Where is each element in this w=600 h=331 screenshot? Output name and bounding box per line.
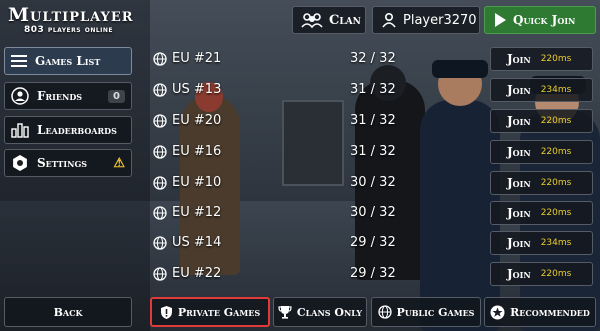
ping-value: 220ms: [540, 208, 572, 218]
sidebar-item-label: Friends: [37, 89, 83, 103]
group-icon: [301, 12, 323, 28]
title-block: Multiplayer 803 players online: [8, 4, 134, 35]
join-label: Join: [507, 176, 531, 190]
friend-icon: [11, 87, 29, 105]
join-label: Join: [507, 236, 531, 250]
player-count: 29 / 32: [350, 235, 396, 250]
server-name: EU #16: [172, 144, 222, 159]
ping-value: 220ms: [540, 54, 572, 64]
globe-icon: [153, 236, 167, 250]
server-row[interactable]: EU #21 32 / 32 Join 220ms: [150, 47, 600, 73]
globe-icon: [153, 52, 167, 66]
server-row[interactable]: US #13 31 / 32 Join 234ms: [150, 78, 600, 104]
page-title: Multiplayer: [8, 4, 134, 26]
player-count: 29 / 32: [350, 266, 396, 281]
back-button[interactable]: Back: [4, 297, 132, 327]
trophy-icon: [278, 305, 292, 319]
join-label: Join: [507, 267, 531, 281]
server-row[interactable]: US #14 29 / 32 Join 234ms: [150, 231, 600, 257]
join-button[interactable]: Join 234ms: [490, 78, 593, 102]
sidebar-item-settings[interactable]: Settings ⚠: [4, 149, 132, 177]
players-online-text: 803 players online: [24, 25, 114, 35]
player-name: Player3270: [403, 12, 477, 28]
ping-value: 220ms: [540, 116, 572, 126]
sidebar-item-label: Leaderboards: [37, 123, 117, 137]
sidebar-item-label: Settings: [37, 156, 88, 170]
server-row[interactable]: EU #10 30 / 32 Join 220ms: [150, 171, 600, 197]
server-name: EU #10: [172, 175, 222, 190]
player-count: 31 / 32: [350, 113, 396, 128]
recommended-button[interactable]: Recommended: [484, 297, 596, 327]
clan-button[interactable]: Clan: [292, 6, 366, 34]
ping-value: 234ms: [540, 238, 572, 248]
play-icon: [493, 12, 507, 28]
globe-icon: [153, 206, 167, 220]
player-count: 31 / 32: [350, 82, 396, 97]
player-profile-button[interactable]: Player3270: [372, 6, 480, 34]
join-label: Join: [507, 206, 531, 220]
globe-icon: [153, 114, 167, 128]
back-label: Back: [53, 305, 83, 319]
clans-only-label: Clans Only: [296, 305, 363, 319]
shield-icon: [160, 305, 173, 320]
sidebar-item-leaderboards[interactable]: Leaderboards: [4, 116, 132, 144]
clan-label: Clan: [329, 12, 361, 28]
server-name: EU #20: [172, 113, 222, 128]
join-label: Join: [507, 114, 531, 128]
player-count: 30 / 32: [350, 175, 396, 190]
globe-icon: [153, 83, 167, 97]
ping-value: 220ms: [540, 147, 572, 157]
leaderboard-icon: [11, 122, 29, 138]
globe-icon: [153, 267, 167, 281]
quick-join-label: Quick Join: [513, 13, 576, 27]
server-row[interactable]: EU #22 29 / 32 Join 220ms: [150, 262, 600, 288]
private-games-label: Private Games: [177, 305, 261, 319]
ping-value: 234ms: [540, 85, 572, 95]
server-row[interactable]: EU #16 31 / 32 Join 220ms: [150, 140, 600, 166]
join-button[interactable]: Join 220ms: [490, 47, 593, 71]
user-icon: [381, 12, 397, 28]
sidebar-item-friends[interactable]: Friends 0: [4, 82, 132, 110]
globe-icon: [153, 145, 167, 159]
player-count: 32 / 32: [350, 51, 396, 66]
server-name: EU #22: [172, 266, 222, 281]
join-label: Join: [507, 145, 531, 159]
player-count: 31 / 32: [350, 144, 396, 159]
join-button[interactable]: Join 220ms: [490, 262, 593, 286]
list-icon: [11, 54, 27, 68]
public-games-label: Public Games: [396, 305, 475, 319]
join-label: Join: [507, 52, 531, 66]
join-label: Join: [507, 83, 531, 97]
private-games-button[interactable]: Private Games: [150, 297, 270, 327]
globe-icon: [153, 176, 167, 190]
server-name: US #14: [172, 235, 222, 250]
sidebar-item-games-list[interactable]: Games List: [4, 47, 132, 75]
join-button[interactable]: Join 234ms: [490, 231, 593, 255]
globe-icon: [377, 305, 392, 319]
star-icon: [490, 305, 505, 320]
join-button[interactable]: Join 220ms: [490, 140, 593, 164]
server-name: US #13: [172, 82, 222, 97]
join-button[interactable]: Join 220ms: [490, 201, 593, 225]
recommended-label: Recommended: [510, 305, 590, 319]
player-count: 30 / 32: [350, 205, 396, 220]
quick-join-button[interactable]: Quick Join: [484, 6, 596, 34]
clans-only-button[interactable]: Clans Only: [273, 297, 367, 327]
friends-count-badge: 0: [108, 89, 125, 103]
join-button[interactable]: Join 220ms: [490, 171, 593, 195]
gear-icon: [11, 154, 29, 172]
warning-icon: ⚠: [113, 155, 125, 171]
public-games-button[interactable]: Public Games: [371, 297, 481, 327]
server-name: EU #12: [172, 205, 222, 220]
ping-value: 220ms: [540, 269, 572, 279]
server-row[interactable]: EU #20 31 / 32 Join 220ms: [150, 109, 600, 135]
server-row[interactable]: EU #12 30 / 32 Join 220ms: [150, 201, 600, 227]
server-name: EU #21: [172, 51, 222, 66]
join-button[interactable]: Join 220ms: [490, 109, 593, 133]
ping-value: 220ms: [540, 178, 572, 188]
sidebar-item-label: Games List: [35, 54, 101, 68]
